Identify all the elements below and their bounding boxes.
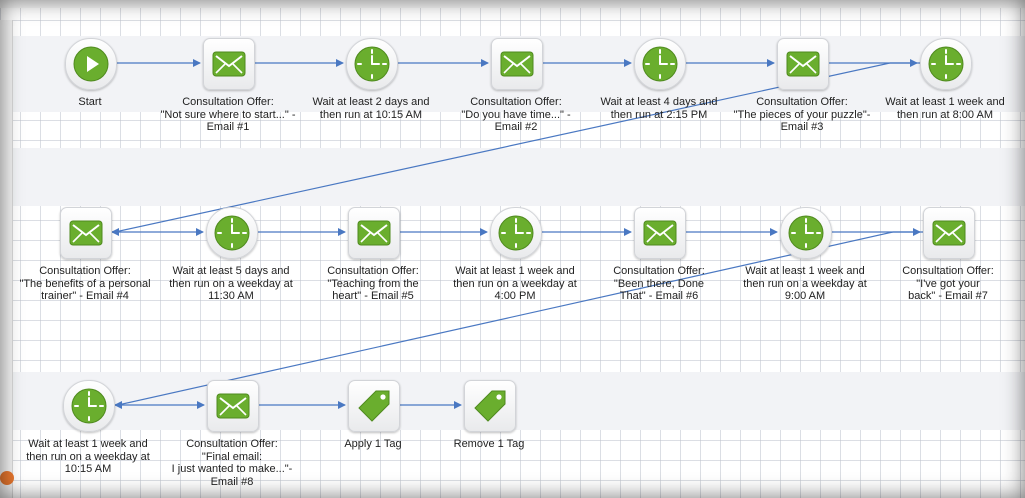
node-label: Wait at least 2 days and then run at 10:… <box>312 96 430 121</box>
node-label: Consultation Offer: "The benefits of a p… <box>19 265 151 302</box>
node-tile[interactable] <box>63 380 115 432</box>
play-icon <box>73 46 109 82</box>
email-icon <box>357 220 391 246</box>
node-tile[interactable] <box>923 207 975 259</box>
node-tile[interactable] <box>491 38 543 90</box>
email-icon <box>500 51 534 77</box>
clock-icon <box>498 215 534 251</box>
node-tile[interactable] <box>206 207 258 259</box>
node-tile[interactable] <box>490 207 542 259</box>
node-tile[interactable] <box>464 380 516 432</box>
node-tile[interactable] <box>634 207 686 259</box>
node-label: Wait at least 1 week and then run on a w… <box>743 265 867 302</box>
email-icon <box>216 393 250 419</box>
sequence-canvas[interactable]: Start Consultation Offer: "Not sure where… <box>0 0 1025 498</box>
email-icon <box>212 51 246 77</box>
node-tile[interactable] <box>348 380 400 432</box>
node-tile[interactable] <box>346 38 398 90</box>
node-label: Wait at least 1 week and then run at 8:0… <box>885 96 1005 121</box>
node-label: Consultation Offer: "Final email: I just… <box>171 438 293 488</box>
node-tile[interactable] <box>207 380 259 432</box>
email-icon <box>69 220 103 246</box>
clock-icon <box>71 388 107 424</box>
node-label: Consultation Offer: "Teaching from the h… <box>327 265 419 302</box>
node-label: Wait at least 1 week and then run on a w… <box>26 438 150 475</box>
orange-dot <box>0 471 14 485</box>
node-label: Wait at least 5 days and then run on a w… <box>169 265 293 302</box>
clock-icon <box>354 46 390 82</box>
tag-icon <box>358 390 390 422</box>
clock-icon <box>788 215 824 251</box>
node-label: Consultation Offer: "Not sure where to s… <box>160 96 296 133</box>
clock-icon <box>214 215 250 251</box>
node-tile[interactable] <box>780 207 832 259</box>
node-tile[interactable] <box>65 38 117 90</box>
node-tile[interactable] <box>348 207 400 259</box>
node-label: Consultation Offer: "The pieces of your … <box>733 96 871 133</box>
node-tile[interactable] <box>203 38 255 90</box>
node-label: Consultation Offer: "Been there, Done Th… <box>613 265 705 302</box>
email-icon <box>643 220 677 246</box>
left-panel-edge <box>0 20 13 498</box>
node-tile[interactable] <box>920 38 972 90</box>
email-icon <box>786 51 820 77</box>
top-bar <box>0 0 1025 8</box>
node-tile[interactable] <box>60 207 112 259</box>
tag-icon <box>474 390 506 422</box>
node-label: Consultation Offer: "Do you have time...… <box>461 96 571 133</box>
clock-icon <box>928 46 964 82</box>
node-label: Remove 1 Tag <box>453 438 525 450</box>
node-label: Wait at least 4 days and then run at 2:1… <box>600 96 718 121</box>
node-label: Wait at least 1 week and then run on a w… <box>453 265 577 302</box>
node-tile[interactable] <box>777 38 829 90</box>
clock-icon <box>642 46 678 82</box>
node-label: Start <box>78 96 102 108</box>
email-icon <box>932 220 966 246</box>
node-tile[interactable] <box>634 38 686 90</box>
node-label: Consultation Offer: "I've got your back"… <box>902 265 994 302</box>
